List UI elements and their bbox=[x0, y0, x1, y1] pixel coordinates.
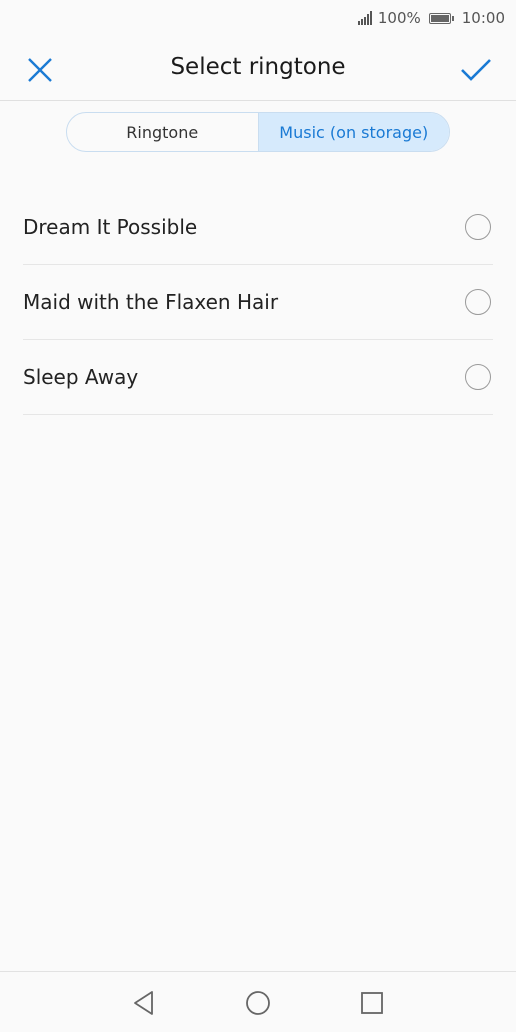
tab-music-on-storage[interactable]: Music (on storage) bbox=[257, 113, 449, 151]
ringtone-screen: 100% 10:00 Select ringtone Ringtone Musi… bbox=[0, 0, 516, 1032]
list-item[interactable]: Maid with the Flaxen Hair bbox=[23, 265, 493, 340]
navigation-bar bbox=[0, 971, 516, 1032]
list-item[interactable]: Dream It Possible bbox=[23, 190, 493, 265]
back-icon bbox=[134, 991, 153, 1015]
battery-icon bbox=[428, 12, 454, 24]
song-title: Dream It Possible bbox=[23, 215, 198, 239]
source-tabs: Ringtone Music (on storage) bbox=[66, 112, 450, 152]
checkmark-icon bbox=[461, 59, 491, 81]
clock: 10:00 bbox=[461, 9, 505, 27]
home-button[interactable] bbox=[243, 988, 273, 1018]
battery-percent: 100% bbox=[377, 9, 421, 27]
home-icon bbox=[246, 991, 270, 1015]
confirm-button[interactable] bbox=[456, 52, 496, 88]
radio-button[interactable] bbox=[465, 214, 491, 240]
song-list: Dream It Possible Maid with the Flaxen H… bbox=[23, 190, 493, 415]
back-button[interactable] bbox=[129, 988, 159, 1018]
tab-ringtone[interactable]: Ringtone bbox=[67, 113, 258, 151]
title-bar: Select ringtone bbox=[0, 36, 516, 101]
recents-icon bbox=[361, 992, 383, 1014]
signal-icon bbox=[357, 11, 372, 25]
song-title: Maid with the Flaxen Hair bbox=[23, 290, 279, 314]
recents-button[interactable] bbox=[357, 988, 387, 1018]
list-item[interactable]: Sleep Away bbox=[23, 340, 493, 415]
status-bar: 100% 10:00 bbox=[0, 0, 516, 36]
page-title: Select ringtone bbox=[170, 54, 346, 80]
song-title: Sleep Away bbox=[23, 365, 139, 389]
radio-button[interactable] bbox=[465, 364, 491, 390]
radio-button[interactable] bbox=[465, 289, 491, 315]
